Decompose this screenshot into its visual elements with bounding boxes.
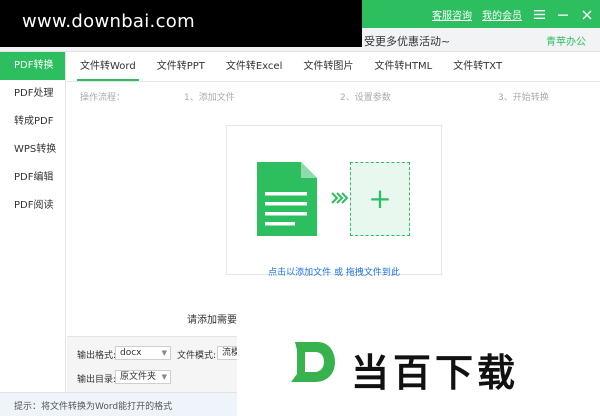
sidebar: PDF转换 PDF处理 转成PDF WPS转换 PDF编辑 PDF阅读 bbox=[0, 52, 66, 392]
sidebar-item-pdf-edit[interactable]: PDF编辑 bbox=[0, 164, 65, 192]
steps-label: 操作流程： bbox=[80, 93, 126, 103]
tab-to-excel[interactable]: 文件转Excel bbox=[223, 53, 286, 81]
watermark-site-name: 当百下载 bbox=[351, 351, 520, 395]
drop-hint: 点击以添加文件 或 拖拽文件到此 bbox=[226, 265, 442, 278]
click-add-file-link[interactable]: 点击以添加文件 bbox=[268, 268, 331, 278]
promo-text[interactable]: 受更多优惠活动~ bbox=[364, 33, 450, 49]
sidebar-item-pdf-read[interactable]: PDF阅读 bbox=[0, 192, 65, 220]
step-start-convert: 3、开始转换 bbox=[498, 93, 549, 103]
watermark-overlay-top: www.downbai.com bbox=[0, 0, 362, 47]
tab-to-word[interactable]: 文件转Word bbox=[77, 53, 139, 81]
sidebar-item-wps-convert[interactable]: WPS转换 bbox=[0, 136, 65, 164]
watermark-overlay-bottom: 当百下载 bbox=[237, 304, 600, 416]
tab-to-image[interactable]: 文件转图片 bbox=[300, 53, 356, 81]
output-dir-select[interactable]: 原文件夹 ▼ bbox=[115, 370, 171, 384]
chevron-down-icon: ▼ bbox=[161, 349, 167, 357]
document-icon bbox=[257, 162, 317, 236]
arrow-right-icon bbox=[331, 192, 349, 204]
tab-to-html[interactable]: 文件转HTML bbox=[371, 53, 435, 81]
minimize-icon[interactable] bbox=[556, 8, 570, 22]
sidebar-item-pdf-convert[interactable]: PDF转换 bbox=[0, 52, 65, 80]
sidebar-item-to-pdf[interactable]: 转成PDF bbox=[0, 108, 65, 136]
customer-service-link[interactable]: 客服咨询 bbox=[432, 7, 472, 22]
conversion-tabs: 文件转Word 文件转PPT 文件转Excel 文件转图片 文件转HTML 文件… bbox=[67, 52, 600, 82]
title-bar-nav: 客服咨询 我的会员 bbox=[432, 7, 594, 22]
output-format-value: docx bbox=[120, 348, 142, 358]
drag-file-text: 拖拽文件到此 bbox=[345, 268, 400, 278]
output-dir-label: 输出目录: bbox=[77, 375, 117, 385]
site-logo-icon bbox=[287, 336, 339, 388]
my-membership-link[interactable]: 我的会员 bbox=[482, 7, 522, 22]
file-mode-label: 文件模式: bbox=[177, 351, 217, 361]
menu-icon[interactable] bbox=[532, 8, 546, 22]
chevron-down-icon: ▼ bbox=[161, 373, 167, 381]
plus-icon: + bbox=[368, 182, 392, 215]
output-format-select[interactable]: docx ▼ bbox=[115, 346, 171, 360]
tab-to-ppt[interactable]: 文件转PPT bbox=[154, 53, 208, 81]
step-add-file: 1、添加文件 bbox=[184, 93, 235, 103]
step-set-params: 2、设置参数 bbox=[340, 93, 391, 103]
watermark-url: www.downbai.com bbox=[22, 11, 195, 32]
drop-hint-or: 或 bbox=[331, 268, 346, 278]
process-steps: 操作流程： 1、添加文件 2、设置参数 3、开始转换 bbox=[80, 90, 590, 104]
output-format-label: 输出格式: bbox=[77, 351, 117, 361]
sidebar-item-pdf-process[interactable]: PDF处理 bbox=[0, 80, 65, 108]
output-dir-value: 原文件夹 bbox=[120, 372, 157, 382]
add-file-button[interactable]: + bbox=[350, 162, 410, 236]
tab-to-txt[interactable]: 文件转TXT bbox=[450, 53, 505, 81]
brand-link[interactable]: 青苹办公 bbox=[546, 33, 586, 48]
status-tip: 提示：将文件转换为Word能打开的格式 bbox=[14, 402, 173, 412]
close-icon[interactable] bbox=[580, 8, 594, 22]
